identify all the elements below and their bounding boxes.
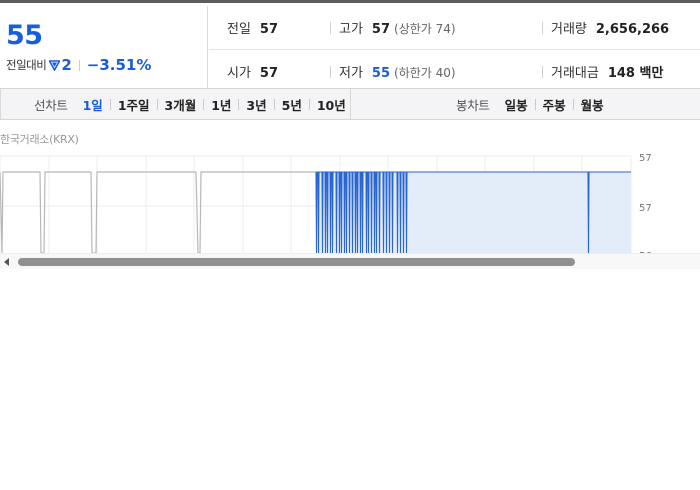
change-amount: 2 [61, 56, 72, 74]
tab-3-years[interactable]: 3년 [244, 95, 268, 114]
divider [542, 65, 543, 78]
stat-low: 저가 55 (하한가 40) [330, 62, 456, 81]
stat-value: 2,656,266 [595, 22, 670, 37]
divider [330, 65, 331, 78]
tab-1-day[interactable]: 1일 [81, 95, 105, 114]
down-triangle-icon [49, 59, 61, 71]
upper-limit-note: (상한가 74) [394, 22, 456, 36]
row-divider [209, 49, 700, 50]
divider [273, 98, 275, 110]
chart-period-tabs: 선차트 1일 1주일 3개월 1년 3년 5년 10년 봉차트 일봉 주봉 월봉 [0, 89, 700, 120]
tab-monthly-candle[interactable]: 월봉 [579, 95, 606, 114]
stat-label: 거래대금 [551, 66, 599, 81]
current-price: 55 [6, 20, 43, 51]
stat-label: 거래량 [551, 22, 587, 37]
divider [308, 98, 310, 110]
divider [203, 98, 205, 110]
divider [156, 98, 158, 110]
stat-value: 57 [259, 22, 279, 37]
divider [330, 21, 331, 34]
candle-chart-tabs: 봉차트 일봉 주봉 월봉 [352, 89, 700, 119]
divider [534, 98, 536, 110]
tab-3-months[interactable]: 3개월 [163, 95, 199, 114]
scroll-left-arrow-icon[interactable] [3, 257, 11, 267]
divider [238, 98, 240, 110]
tab-1-year[interactable]: 1년 [209, 95, 233, 114]
divider [572, 98, 574, 110]
current-price-box: 55 전일대비 2 −3.51% [0, 6, 208, 92]
price-line-gray [0, 171, 316, 253]
horizontal-scrollbar[interactable] [0, 253, 700, 269]
line-chart-tabs: 선차트 1일 1주일 3개월 1년 3년 5년 10년 [0, 89, 351, 119]
line-chart-title: 선차트 [34, 97, 68, 113]
stat-value: 55 [371, 66, 391, 81]
change-rate: −3.51% [86, 56, 152, 74]
intraday-chart-plot: 57 57 56 [0, 153, 652, 253]
stat-high: 고가 57 (상한가 74) [330, 18, 456, 37]
stat-volume: 거래량 2,656,266 [542, 18, 669, 37]
stat-label: 저가 [339, 66, 363, 81]
candle-chart-title: 봉차트 [456, 97, 490, 113]
tab-weekly-candle[interactable]: 주봉 [541, 95, 568, 114]
change-label: 전일대비 [6, 58, 47, 72]
tab-daily-candle[interactable]: 일봉 [503, 95, 530, 114]
stock-quote-panel: 55 전일대비 2 −3.51% 전일 57 고가 57 (상한가 74) 거래… [0, 0, 700, 92]
tab-5-years[interactable]: 5년 [280, 95, 304, 114]
stat-label: 전일 [227, 22, 251, 37]
y-tick-label: 57 [639, 203, 652, 214]
tab-10-years[interactable]: 10년 [315, 95, 348, 114]
stat-value: 148 백만 [607, 66, 664, 81]
stat-trade-value: 거래대금 148 백만 [542, 62, 663, 81]
stat-value: 57 [259, 66, 279, 81]
stat-value: 57 [371, 22, 391, 37]
stat-label: 고가 [339, 22, 363, 37]
price-change-row: 전일대비 2 −3.51% [6, 56, 151, 74]
lower-limit-note: (하한가 40) [394, 66, 456, 80]
divider [109, 98, 111, 110]
stats-grid: 전일 57 고가 57 (상한가 74) 거래량 2,656,266 시가 57… [209, 6, 700, 92]
stat-prev-close: 전일 57 [227, 18, 278, 37]
stat-label: 시가 [227, 66, 251, 81]
price-chart: 한국거래소(KRX) 57 57 56 [0, 121, 700, 271]
scrollbar-thumb[interactable] [18, 258, 575, 266]
stat-open: 시가 57 [227, 62, 278, 81]
divider [78, 59, 80, 71]
y-tick-label: 57 [639, 153, 652, 164]
divider [542, 21, 543, 34]
tab-1-week[interactable]: 1주일 [116, 95, 152, 114]
